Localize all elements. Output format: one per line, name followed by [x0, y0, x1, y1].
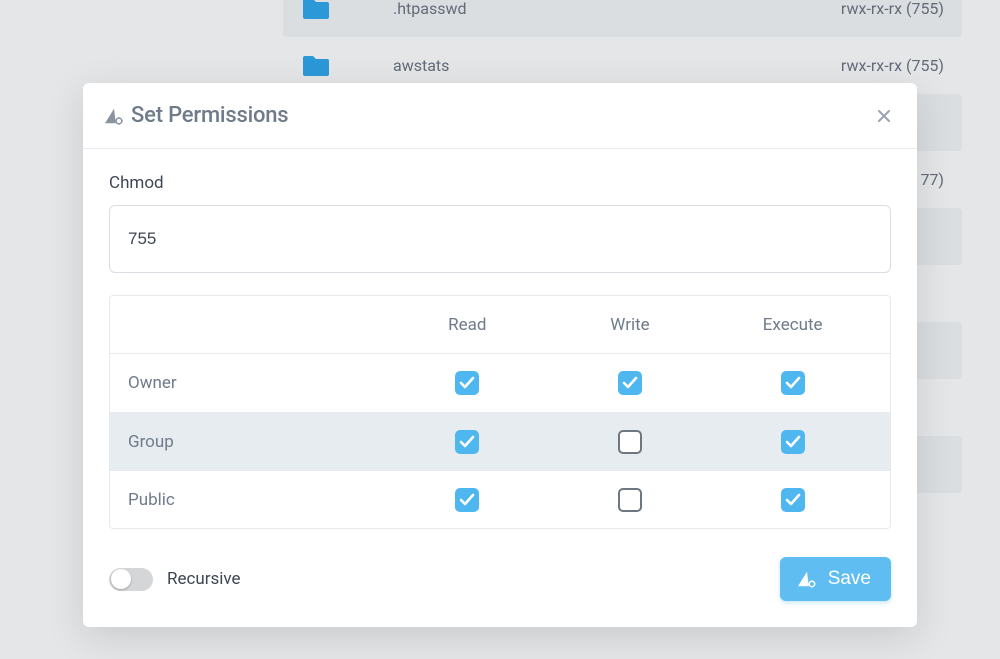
modal-header: Set Permissions: [83, 83, 917, 149]
checkbox-public-read[interactable]: [455, 488, 479, 512]
checkbox-public-execute[interactable]: [781, 488, 805, 512]
set-permissions-modal: Set Permissions Chmod Read Write Execute…: [83, 83, 917, 627]
chmod-label: Chmod: [109, 173, 891, 193]
column-write: Write: [549, 315, 712, 335]
save-label: Save: [828, 568, 871, 590]
modal-body: Chmod Read Write Execute Owner Group Publi…: [83, 149, 917, 627]
recursive-toggle[interactable]: Recursive: [109, 568, 241, 591]
checkbox-owner-execute[interactable]: [781, 371, 805, 395]
close-button[interactable]: [875, 107, 893, 125]
checkbox-group-execute[interactable]: [781, 430, 805, 454]
permission-row-owner: Owner: [110, 354, 890, 412]
save-icon: [796, 570, 818, 588]
checkbox-group-read[interactable]: [455, 430, 479, 454]
save-button[interactable]: Save: [780, 557, 891, 601]
permission-row-label: Group: [126, 432, 386, 452]
column-execute: Execute: [711, 315, 874, 335]
modal-footer: Recursive Save: [109, 557, 891, 601]
checkbox-group-write[interactable]: [618, 430, 642, 454]
recursive-label: Recursive: [167, 569, 241, 589]
toggle-knob: [111, 569, 131, 589]
modal-title: Set Permissions: [131, 103, 288, 128]
permission-row-label: Public: [126, 490, 386, 510]
chmod-input[interactable]: [109, 205, 891, 273]
permission-row-public: Public: [110, 470, 890, 528]
toggle-track: [109, 568, 153, 591]
permissions-header-row: Read Write Execute: [110, 296, 890, 354]
permissions-table: Read Write Execute Owner Group Public: [109, 295, 891, 529]
permission-row-group: Group: [110, 412, 890, 470]
permissions-icon: [103, 107, 125, 125]
checkbox-owner-write[interactable]: [618, 371, 642, 395]
column-read: Read: [386, 315, 549, 335]
checkbox-public-write[interactable]: [618, 488, 642, 512]
permission-row-label: Owner: [126, 373, 386, 393]
checkbox-owner-read[interactable]: [455, 371, 479, 395]
